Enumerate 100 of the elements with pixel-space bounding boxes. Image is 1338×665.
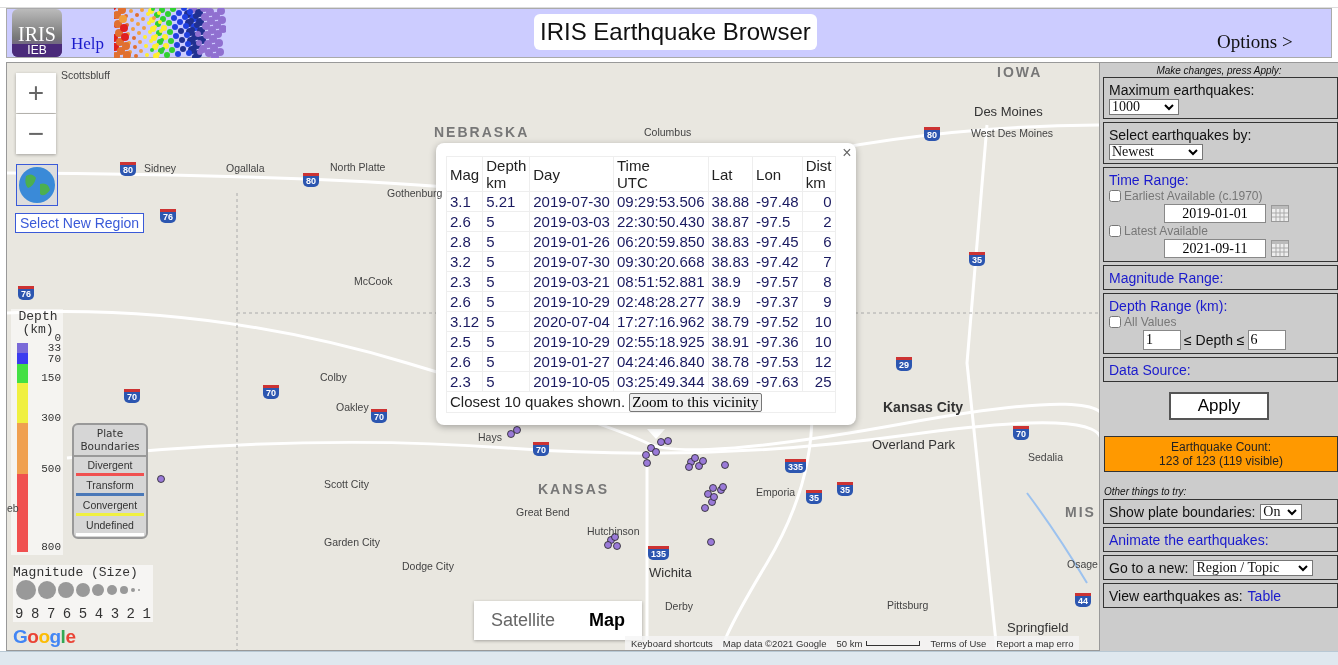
magnitude-size-circle xyxy=(38,581,56,599)
depth-tick-label: 800 xyxy=(41,542,61,553)
highway-shield: 35 xyxy=(806,490,822,504)
magnitude-size-circle xyxy=(120,586,128,594)
city-label: Sidney xyxy=(144,162,177,174)
state-label: IOWA xyxy=(997,64,1043,80)
options-link[interactable]: Options > xyxy=(1217,31,1293,53)
table-cell: 38.83 xyxy=(708,231,753,252)
end-date-field[interactable]: 2021-09-11 xyxy=(1164,239,1266,258)
earthquake-dot[interactable] xyxy=(709,484,717,492)
checkbox[interactable] xyxy=(1109,190,1121,202)
iris-logo[interactable]: IRIS IEB xyxy=(12,9,62,57)
zoom-in-button[interactable]: + xyxy=(16,73,56,113)
state-label: NEBRASKA xyxy=(434,124,530,140)
city-label: Osage xyxy=(1067,558,1098,570)
select-by-dropdown[interactable]: Newest xyxy=(1109,144,1203,160)
apply-button[interactable]: Apply xyxy=(1169,392,1269,420)
popup-note: Closest 10 quakes shown. xyxy=(450,393,626,410)
magnitude-number: 4 xyxy=(94,606,104,622)
help-link[interactable]: Help xyxy=(71,34,105,54)
earthquake-dot[interactable] xyxy=(513,426,521,434)
magnitude-size-circle xyxy=(107,585,117,595)
table-cell: 03:25:49.344 xyxy=(613,371,709,392)
city-label: Hutchinson xyxy=(587,525,640,537)
table-cell: 38.9 xyxy=(708,291,753,312)
earthquake-dot[interactable] xyxy=(507,430,515,438)
earthquake-dot[interactable] xyxy=(704,490,712,498)
boundary-type-label: Undefined xyxy=(86,519,134,531)
table-cell: 09:29:53.506 xyxy=(613,191,709,212)
table-cell: 2019-01-26 xyxy=(529,231,614,252)
city-label: Springfield xyxy=(1007,620,1069,635)
magnitude-size-circle xyxy=(92,584,104,596)
table-cell: 2.6 xyxy=(446,291,483,312)
magnitude-size-circle xyxy=(16,580,36,600)
map-type-tab[interactable]: Map xyxy=(572,601,643,640)
earthquake-dot[interactable] xyxy=(685,463,693,471)
earthquake-dot[interactable] xyxy=(701,504,709,512)
table-cell: 38.9 xyxy=(708,271,753,292)
table-cell: 09:30:20.668 xyxy=(613,251,709,272)
report-error-link[interactable]: Report a map erro xyxy=(996,638,1074,649)
page-title: IRIS Earthquake Browser xyxy=(534,14,817,50)
city-label: Derby xyxy=(665,600,693,612)
magnitude-number: 2 xyxy=(126,606,135,622)
start-date-field[interactable]: 2019-01-01 xyxy=(1164,204,1266,223)
instruction-text: Make changes, press Apply: xyxy=(1155,64,1283,76)
earthquake-dot[interactable] xyxy=(657,438,665,446)
earthquake-dot[interactable] xyxy=(652,448,660,456)
depth-range-link[interactable]: Depth Range (km): xyxy=(1109,298,1228,314)
state-label: KANSAS xyxy=(538,481,610,497)
table-cell: 2.8 xyxy=(446,231,483,252)
magnitude-number: 5 xyxy=(78,606,88,622)
checkbox[interactable] xyxy=(1109,316,1121,328)
close-button[interactable]: × xyxy=(842,144,852,162)
terms-link[interactable]: Terms of Use xyxy=(930,638,987,649)
table-cell: 2019-10-29 xyxy=(529,331,614,352)
boundary-type-label: Transform xyxy=(86,479,134,491)
select-region-link[interactable]: Select New Region xyxy=(15,213,145,233)
max-depth-field[interactable]: 6 xyxy=(1247,330,1286,350)
earthquake-dot[interactable] xyxy=(647,444,655,452)
magnitude-number: 6 xyxy=(62,606,72,622)
region-topic-dropdown[interactable]: Region / Topic xyxy=(1193,560,1314,576)
earthquake-dot[interactable] xyxy=(613,542,621,550)
earthquake-dot[interactable] xyxy=(643,459,651,467)
earthquake-dot[interactable] xyxy=(710,493,718,501)
earthquake-dot[interactable] xyxy=(157,475,165,483)
earthquake-dot[interactable] xyxy=(611,533,619,541)
map-type-tab[interactable]: Satellite xyxy=(474,601,573,640)
city-label: Colby xyxy=(320,371,347,383)
earthquake-dot[interactable] xyxy=(695,462,703,470)
table-view-link[interactable]: Table xyxy=(1247,588,1282,604)
earthquake-dot[interactable] xyxy=(699,457,707,465)
earthquake-dot[interactable] xyxy=(707,538,715,546)
count-label: Earthquake Count: xyxy=(1169,440,1273,454)
table-cell: 2 xyxy=(802,211,835,232)
keyboard-shortcuts-link[interactable]: Keyboard shortcuts xyxy=(631,638,713,649)
zoom-vicinity-button[interactable]: Zoom to this vicinity xyxy=(629,393,762,412)
city-label: Oakley xyxy=(336,401,369,413)
earthquake-dot[interactable] xyxy=(719,483,727,491)
table-cell: 2019-10-29 xyxy=(529,291,614,312)
city-label: Wichita xyxy=(649,565,692,580)
chevron-icon xyxy=(1287,508,1298,516)
min-depth-field[interactable]: 1 xyxy=(1143,330,1181,350)
earthquake-dot[interactable] xyxy=(691,454,699,462)
highway-shield: 76 xyxy=(18,286,34,300)
plate-boundaries-dropdown[interactable]: On xyxy=(1260,504,1303,520)
zoom-out-button[interactable]: − xyxy=(16,114,56,154)
table-cell: 5.21 xyxy=(482,191,530,212)
table-cell: 08:51:52.881 xyxy=(613,271,709,292)
globe-icon[interactable] xyxy=(16,164,58,206)
time-range-link[interactable]: Time Range: xyxy=(1109,172,1189,188)
depth-tick-label: 150 xyxy=(41,373,61,384)
highway-shield: 70 xyxy=(533,442,549,456)
earthquake-dot[interactable] xyxy=(642,451,650,459)
earthquake-dot[interactable] xyxy=(664,437,672,445)
table-cell: 5 xyxy=(482,331,530,352)
table-cell: 2020-07-04 xyxy=(529,311,614,332)
earthquake-dot[interactable] xyxy=(721,461,729,469)
checkbox[interactable] xyxy=(1109,225,1121,237)
max-earthquakes-dropdown[interactable]: 1000 xyxy=(1109,99,1179,115)
earthquake-dot[interactable] xyxy=(604,541,612,549)
